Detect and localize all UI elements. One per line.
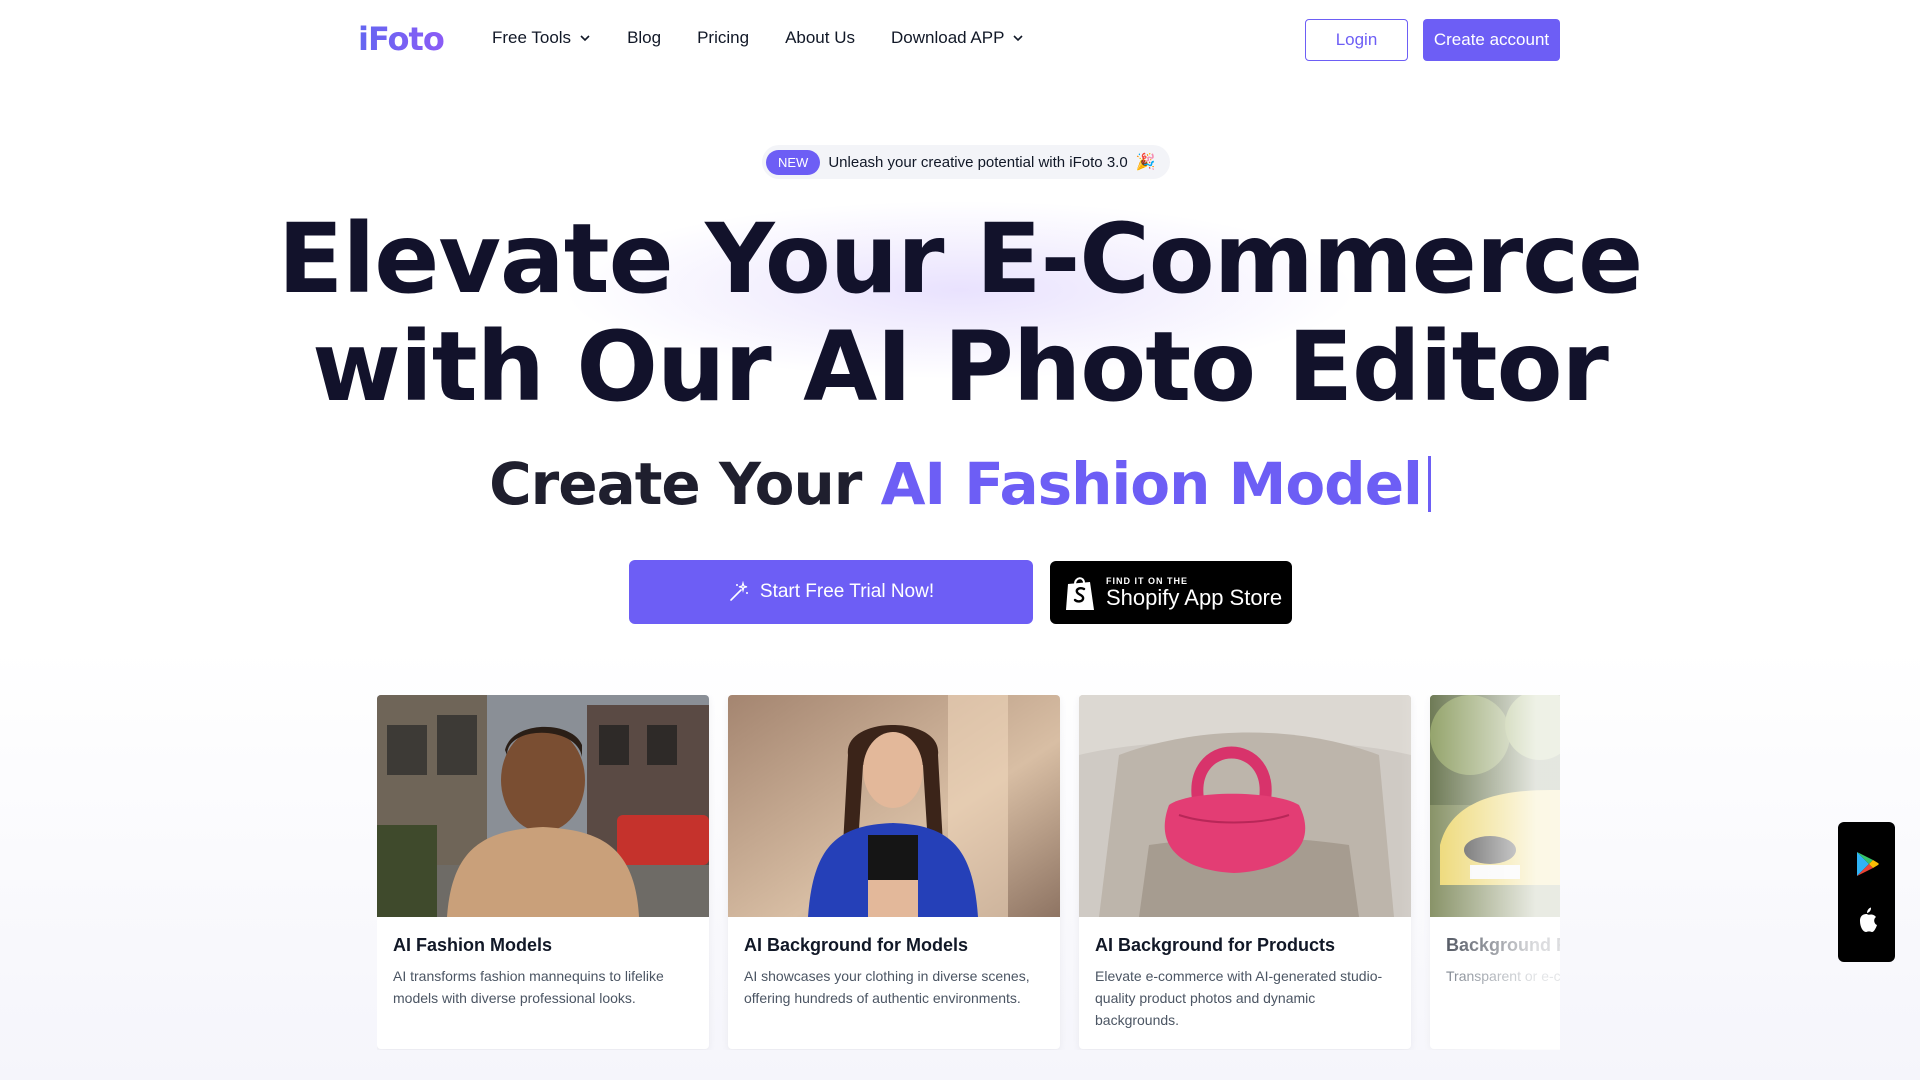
start-free-trial-button[interactable]: Start Free Trial Now! [629,560,1033,624]
hero-title: Elevate Your E-Commerce with Our AI Phot… [0,205,1920,421]
product-bag-photo [1079,695,1411,917]
app-download-sidebar [1838,822,1895,962]
create-account-button[interactable]: Create account [1423,19,1560,61]
card-title: AI Background for Products [1095,935,1336,955]
hero-subtitle-prefix: Create Your [489,450,881,518]
chevron-down-icon [1013,35,1023,42]
logo[interactable]: iFoto [358,20,445,58]
announcement-pill[interactable]: NEW Unleash your creative potential with… [762,145,1170,179]
nav-download-app-label: Download APP [891,28,1005,47]
magic-wand-icon [730,581,748,601]
card-ai-background-products[interactable]: AI Background for Products Elevate e-com… [1079,695,1411,1049]
fashion-model-photo [377,695,709,917]
login-button[interactable]: Login [1305,19,1408,61]
feature-cards: AI Fashion Models AI transforms fashion … [377,695,1560,1050]
shopify-big-text: Shopify App Store [1106,584,1283,610]
card-description: AI transforms fashion mannequins to life… [393,968,664,1006]
nav-free-tools-label: Free Tools [492,28,572,47]
card-image-product [1079,695,1411,917]
nav-pricing[interactable]: Pricing [697,28,749,48]
typing-cursor [1427,456,1431,512]
nav-blog-label: Blog [627,28,662,47]
shopify-small-text: FIND IT ON THE [1106,575,1188,586]
card-ai-background-models[interactable]: AI Background for Models AI showcases yo… [728,695,1060,1049]
main-nav: Free Tools Blog Pricing About Us Downloa… [492,28,1024,48]
site-header: iFoto Free Tools Blog Pricing About Us D… [0,0,1920,80]
shopify-text: FIND IT ON THE Shopify App Store [1106,576,1282,610]
chevron-down-icon [580,35,590,42]
card-image-car [1430,695,1560,917]
card-description: Transparent or e-c backgrounds com [1446,968,1560,984]
nav-download-app[interactable]: Download APP [891,28,1024,48]
card-title: AI Background for Models [744,935,969,955]
card-description: AI showcases your clothing in diverse sc… [744,968,1030,1006]
hero-subtitle: Create Your AI Fashion Model [0,450,1920,518]
background-model-photo [728,695,1060,917]
google-play-icon[interactable] [1854,850,1880,878]
shopify-bag-icon [1066,576,1094,610]
hero-title-line1: Elevate Your E-Commerce [277,203,1644,315]
shopify-app-store-button[interactable]: FIND IT ON THE Shopify App Store [1050,561,1292,624]
page: iFoto Free Tools Blog Pricing About Us D… [0,0,1920,1080]
party-popper-icon: 🎉 [1135,154,1156,171]
card-description: Elevate e-commerce with AI-generated stu… [1095,968,1383,1028]
new-badge: NEW [766,149,821,175]
apple-icon[interactable] [1854,906,1880,934]
nav-free-tools[interactable]: Free Tools [492,28,591,48]
hero-subtitle-accent: AI Fashion Model [880,450,1423,518]
car-photo [1430,695,1560,917]
start-free-trial-label: Start Free Trial Now! [759,581,935,602]
card-title: AI Fashion Models [393,935,553,955]
announcement-text: Unleash your creative potential with iFo… [828,153,1128,171]
card-ai-fashion-models[interactable]: AI Fashion Models AI transforms fashion … [377,695,709,1049]
card-image-fashion-model [377,695,709,917]
card-background-remover[interactable]: Background Re Transparent or e-c backgro… [1430,695,1560,1049]
card-title: Background Re [1446,935,1560,955]
nav-about-us[interactable]: About Us [785,28,855,48]
nav-blog[interactable]: Blog [627,28,661,48]
hero-title-line2: with Our AI Photo Editor [312,311,1609,423]
nav-pricing-label: Pricing [697,28,750,47]
nav-about-us-label: About Us [785,28,855,47]
card-image-background-model [728,695,1060,917]
